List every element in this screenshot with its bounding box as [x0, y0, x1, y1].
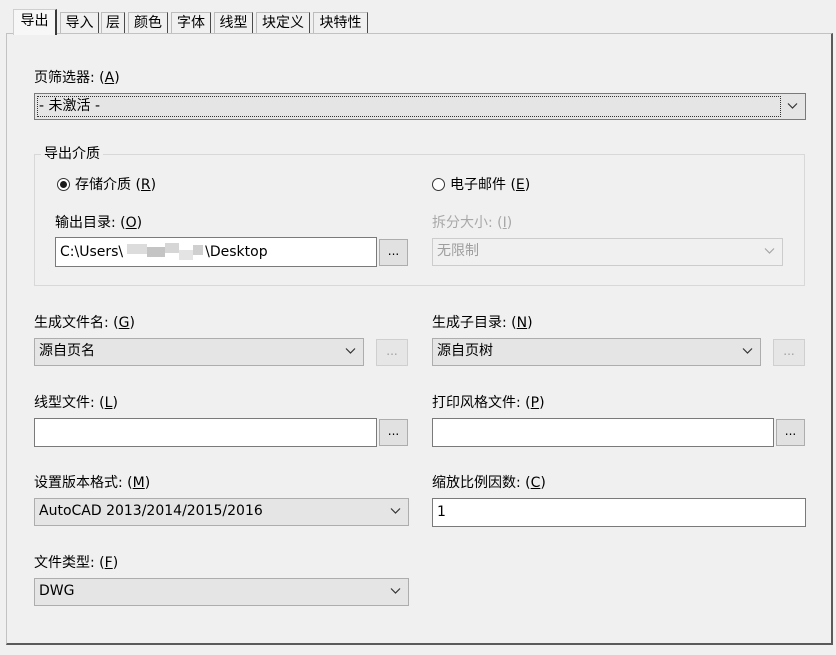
chevron-down-icon — [742, 348, 753, 354]
export-media-title: 导出介质 — [41, 145, 103, 163]
output-dir-browse-button[interactable]: ... — [379, 239, 408, 266]
file-type-select[interactable]: DWG — [34, 578, 409, 606]
file-type-value: DWG — [39, 583, 75, 599]
file-type-label: 文件类型: (F) — [34, 555, 119, 571]
gen-subdir-label: 生成子目录: (N) — [432, 315, 533, 331]
gen-subdir-select[interactable]: 源自页树 — [432, 338, 761, 366]
page-filter-label: 页筛选器: (A) — [34, 70, 120, 86]
export-panel: 页筛选器: (A) - 未激活 - 导出介质 存储介质 (R) 电子邮件 (E)… — [6, 33, 833, 645]
linetype-file-browse-button[interactable]: ... — [379, 419, 408, 446]
tab-export[interactable]: 导出 — [13, 9, 57, 35]
scale-factor-input[interactable]: 1 — [432, 498, 806, 527]
linetype-file-input[interactable] — [34, 418, 377, 447]
tab-block-definitions[interactable]: 块定义 — [256, 12, 310, 33]
split-size-select: 无限制 — [432, 238, 783, 266]
gen-subdir-value: 源自页树 — [437, 343, 493, 359]
chevron-down-icon — [390, 508, 401, 514]
plotstyle-file-input[interactable] — [432, 418, 774, 447]
split-size-label: 拆分大小: (I) — [432, 215, 513, 231]
scale-factor-label: 缩放比例因数: (C) — [432, 475, 546, 491]
output-dir-input[interactable]: C:\Users\ \Desktop — [55, 237, 377, 267]
output-dir-prefix: C:\Users\ — [60, 244, 124, 260]
chevron-down-icon — [787, 103, 798, 109]
page-filter-select[interactable]: - 未激活 - — [34, 93, 806, 120]
chevron-down-icon — [345, 348, 356, 354]
chevron-down-icon — [390, 588, 401, 594]
version-format-select[interactable]: AutoCAD 2013/2014/2015/2016 — [34, 498, 409, 526]
split-size-value: 无限制 — [437, 243, 479, 259]
linetype-file-label: 线型文件: (L) — [34, 395, 118, 411]
gen-filename-select[interactable]: 源自页名 — [34, 338, 364, 366]
page-filter-value: - 未激活 - — [39, 98, 101, 114]
tab-bar: 导出 导入 层 颜色 字体 线型 块定义 块特性 — [0, 0, 836, 35]
version-format-value: AutoCAD 2013/2014/2015/2016 — [39, 503, 263, 519]
tab-block-attributes[interactable]: 块特性 — [313, 12, 368, 33]
gen-filename-value: 源自页名 — [39, 343, 95, 359]
plotstyle-file-browse-button[interactable]: ... — [776, 419, 805, 446]
output-dir-suffix: \Desktop — [205, 244, 268, 260]
chevron-down-icon — [764, 248, 775, 254]
storage-media-label[interactable]: 存储介质 (R) — [75, 176, 156, 194]
version-format-label: 设置版本格式: (M) — [34, 475, 151, 491]
tab-layers[interactable]: 层 — [101, 12, 125, 33]
focus-rectangle — [37, 96, 781, 117]
gen-filename-label: 生成文件名: (G) — [34, 315, 135, 331]
redacted-username — [123, 238, 205, 266]
tab-import[interactable]: 导入 — [60, 12, 99, 33]
plotstyle-file-label: 打印风格文件: (P) — [432, 395, 545, 411]
tab-colors[interactable]: 颜色 — [128, 12, 168, 33]
email-label[interactable]: 电子邮件 (E) — [450, 176, 530, 194]
gen-filename-browse-button: ... — [376, 339, 408, 366]
scale-factor-value: 1 — [437, 504, 446, 520]
email-radio[interactable] — [432, 178, 445, 191]
storage-media-radio[interactable] — [57, 178, 70, 191]
tab-linetypes[interactable]: 线型 — [214, 12, 253, 33]
output-dir-label: 输出目录: (O) — [55, 215, 143, 231]
radio-selected-dot — [60, 181, 67, 188]
gen-subdir-browse-button: ... — [773, 339, 805, 366]
tab-fonts[interactable]: 字体 — [171, 12, 211, 33]
